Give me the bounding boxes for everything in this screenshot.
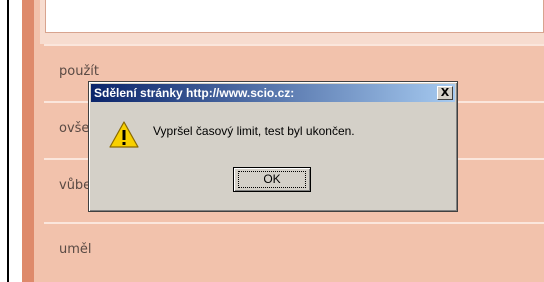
dialog-title: Sdělení stránky http://www.scio.cz:: [94, 86, 295, 100]
warning-icon: [109, 121, 139, 148]
answer-option-label: ovše: [59, 121, 90, 136]
answer-option-label: uměl: [59, 242, 92, 257]
dialog-titlebar[interactable]: Sdělení stránky http://www.scio.cz: X: [91, 84, 455, 102]
accent-sidebar-bar: [22, 0, 34, 282]
page-left-border: [7, 0, 9, 282]
focus-outline: [238, 171, 306, 188]
ok-button[interactable]: OK: [233, 167, 311, 192]
close-button[interactable]: X: [437, 86, 453, 100]
dialog-message: Vypršel časový limit, test byl ukončen.: [153, 124, 355, 138]
answer-option-row[interactable]: uměl: [44, 222, 544, 276]
alert-dialog: Sdělení stránky http://www.scio.cz: X Vy…: [88, 81, 458, 212]
top-answer-box: [45, 0, 544, 33]
answer-option-label: vůbe: [59, 178, 92, 193]
answer-option-label: použít: [59, 64, 99, 79]
